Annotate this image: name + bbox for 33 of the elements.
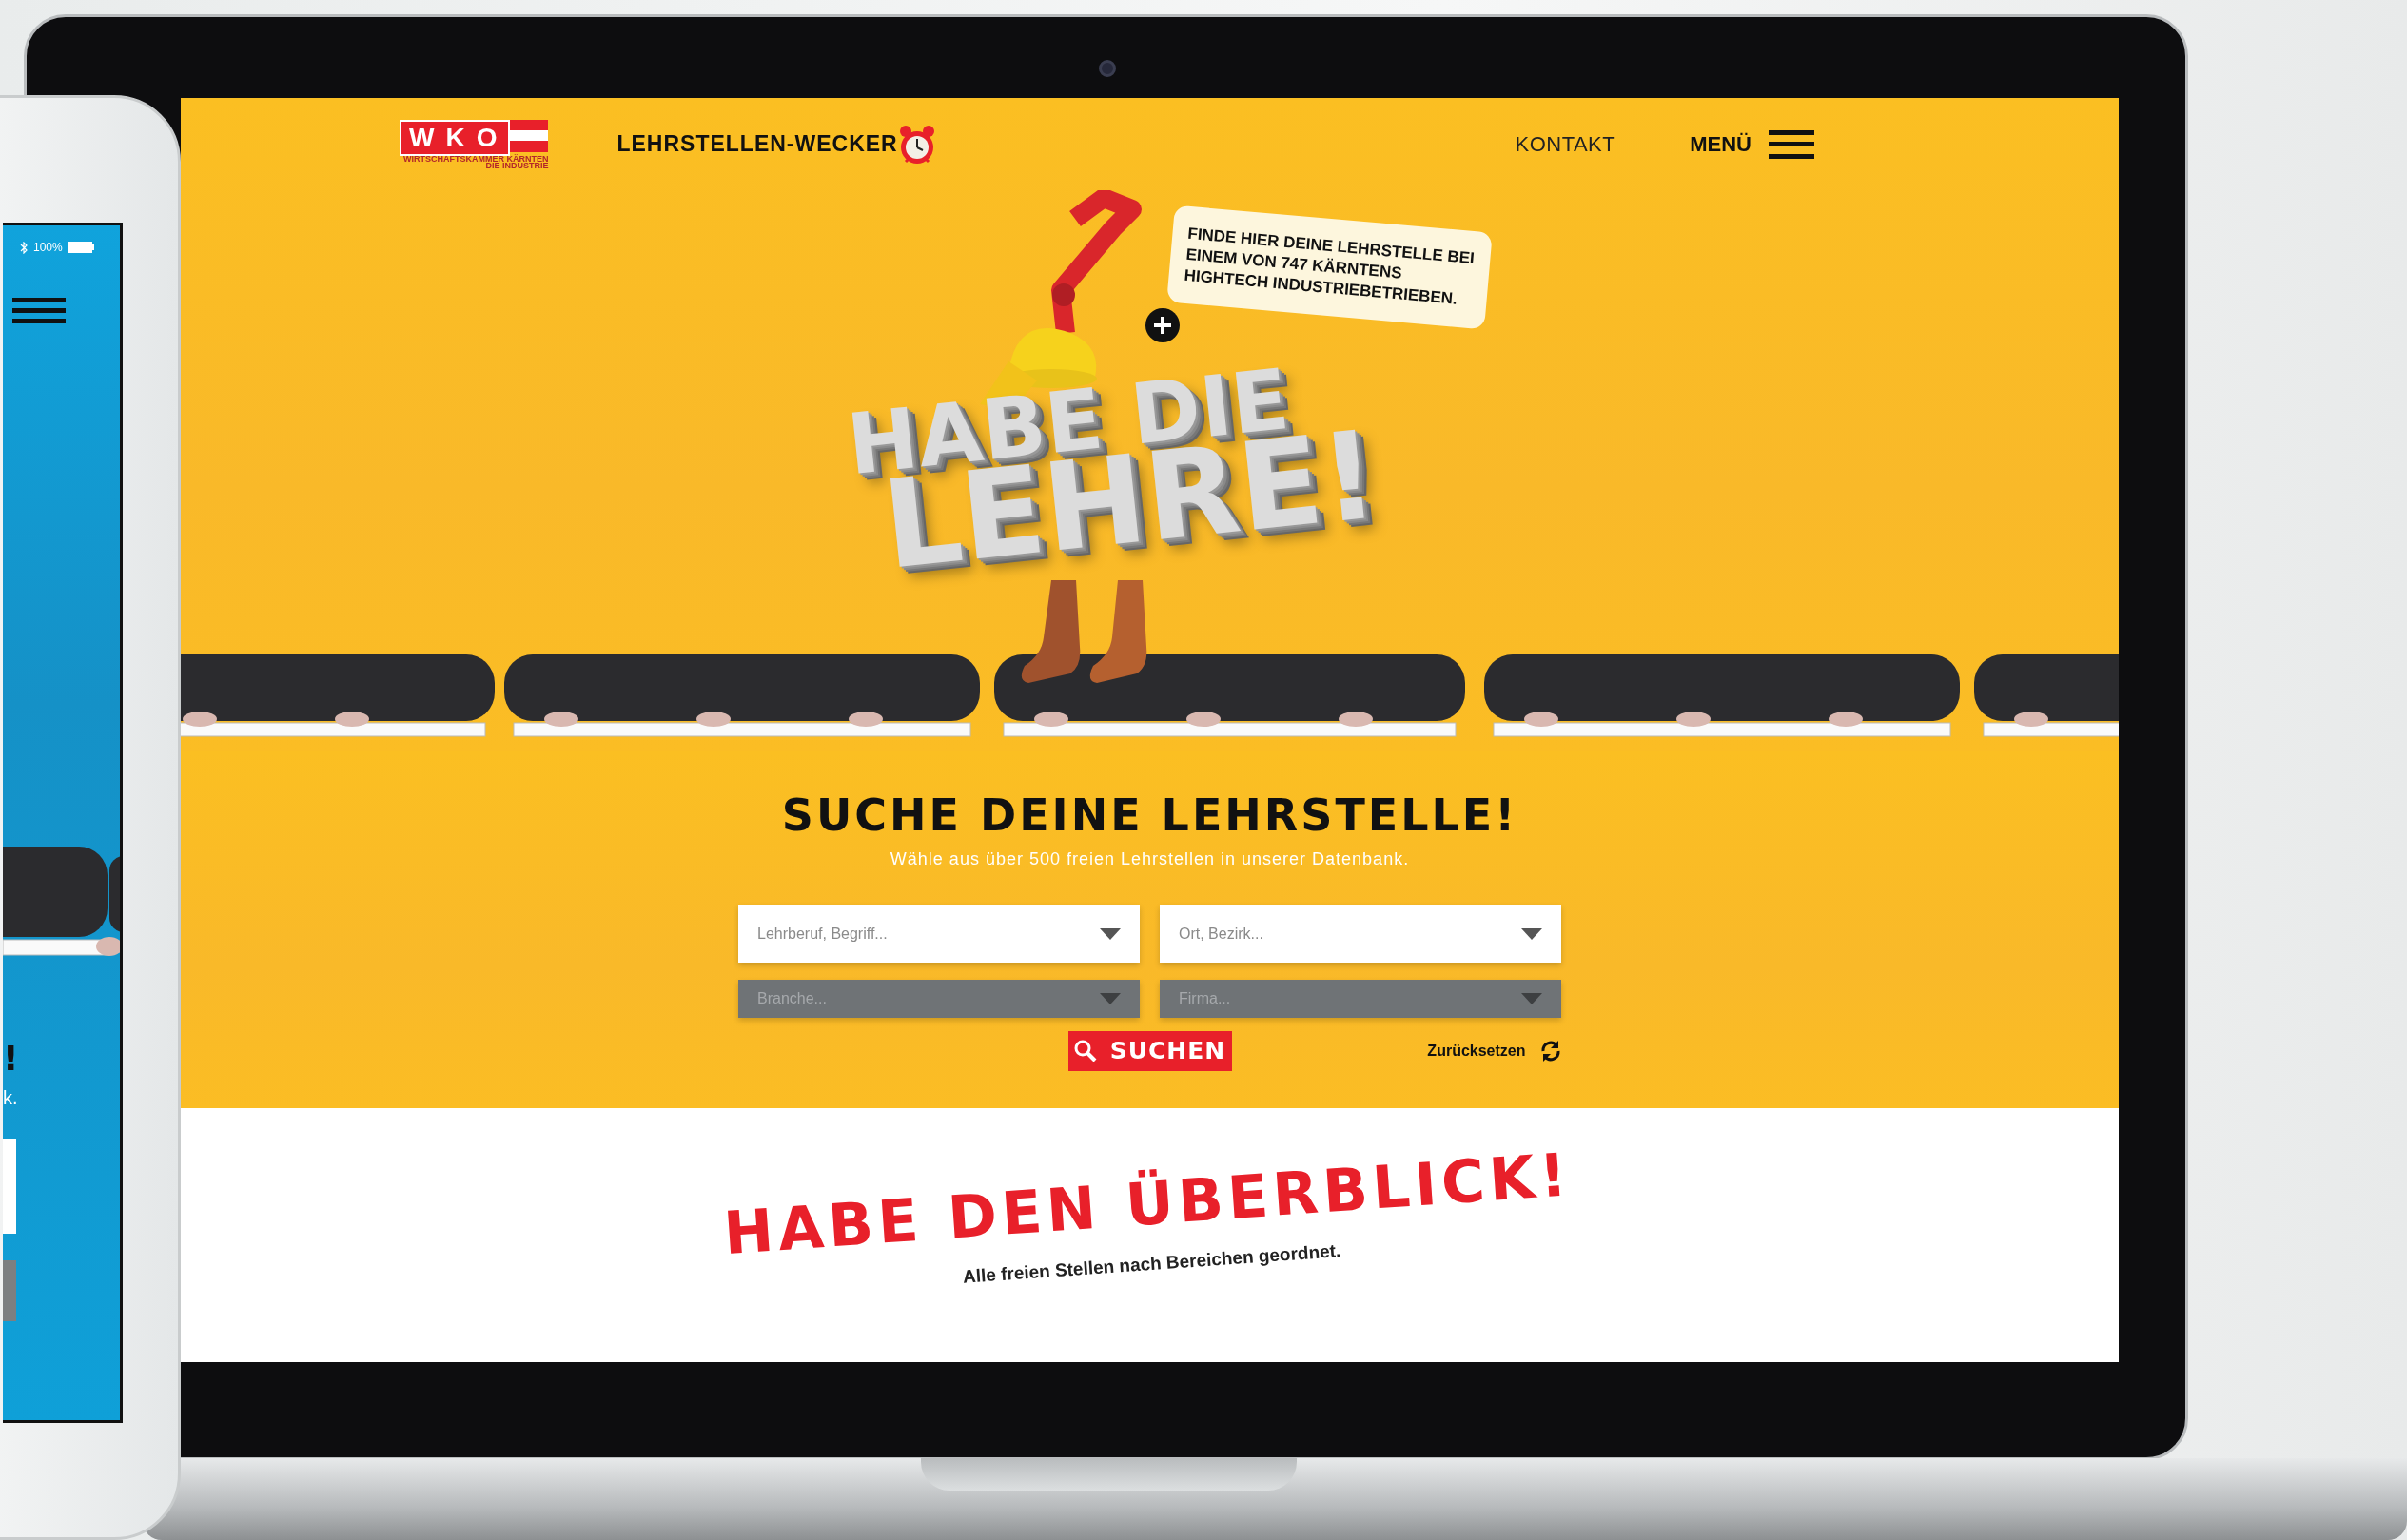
menu-icon[interactable] [12, 298, 66, 323]
bluetooth-icon [20, 241, 28, 254]
site-title[interactable]: LEHRSTELLEN-WECKER [616, 127, 898, 161]
select-input[interactable]: Ort, Bezirk... [1179, 922, 1521, 945]
menu-icon [1769, 129, 1814, 159]
logo-tagline: WIRTSCHAFTSKAMMER KÄRNTEN [402, 155, 549, 163]
battery-icon [68, 242, 95, 253]
select-input[interactable]: Lehrberuf, Begriff... [757, 922, 1100, 945]
section-subtitle: Wähle aus über 500 freien Lehrstellen in unserer Datenbank. [890, 848, 1410, 870]
search-button[interactable]: SUCHEN [1067, 1031, 1232, 1071]
subtitle-fragment: k. [3, 1086, 19, 1110]
camera-icon [1099, 60, 1116, 77]
select-field[interactable] [3, 1260, 16, 1321]
caret-icon [1100, 993, 1121, 1004]
section-subtitle: Alle freien Stellen nach Bereichen geordnet. [962, 1239, 1342, 1289]
section-title: SUCHE DEINE LEHRSTELLE! [781, 793, 1518, 837]
plus-icon[interactable] [1145, 308, 1180, 342]
search-icon [1073, 1040, 1097, 1062]
menu-button[interactable]: MENÜ [1690, 128, 1814, 160]
reset-button[interactable]: Zurücksetzen [1427, 1039, 1562, 1063]
contact-link[interactable]: KONTAKT [1515, 128, 1616, 160]
select-field[interactable]: Lehrberuf, Begriff... [738, 905, 1140, 963]
logo-tagline: DIE INDUSTRIE [485, 162, 549, 169]
alarm-clock-icon [897, 123, 936, 166]
caret-icon [1521, 927, 1542, 940]
input-field[interactable] [3, 1139, 16, 1234]
headline-fragment: ! [3, 1042, 20, 1076]
select-field[interactable]: Ort, Bezirk... [1160, 905, 1561, 963]
caret-icon [1100, 927, 1121, 940]
logo-text[interactable]: WKO [400, 119, 511, 156]
caret-icon [1521, 993, 1542, 1004]
battery-percentage: 100% [33, 240, 63, 256]
flag-icon [510, 119, 549, 152]
